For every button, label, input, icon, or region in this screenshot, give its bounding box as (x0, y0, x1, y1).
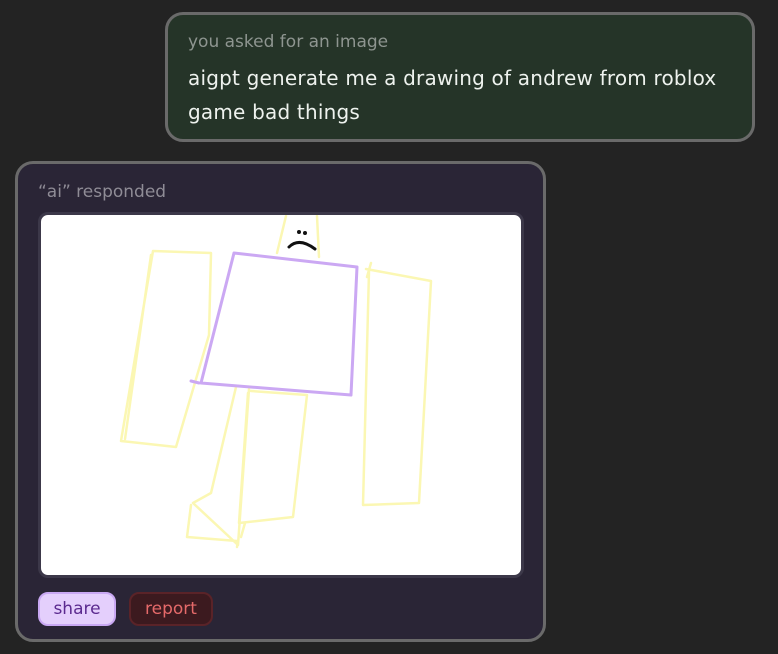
share-button[interactable]: share (38, 592, 116, 626)
ai-response-caption: “ai” responded (38, 182, 167, 202)
chat-stage: you asked for an image aigpt generate me… (0, 0, 778, 654)
sad-face (287, 230, 317, 251)
generated-image[interactable] (38, 212, 524, 578)
left-arm-outline (119, 249, 213, 449)
report-button[interactable]: report (129, 592, 213, 626)
user-message-bubble: you asked for an image aigpt generate me… (165, 12, 755, 142)
user-message-text: aigpt generate me a drawing of andrew fr… (188, 66, 717, 124)
ai-response-card: “ai” responded share report (15, 161, 546, 642)
right-leg-outline (237, 389, 309, 539)
user-message-caption: you asked for an image (188, 32, 389, 52)
roblox-character-drawing (119, 215, 433, 549)
head-outline (275, 215, 321, 259)
torso-outline (189, 251, 359, 397)
right-arm-outline (361, 261, 433, 507)
